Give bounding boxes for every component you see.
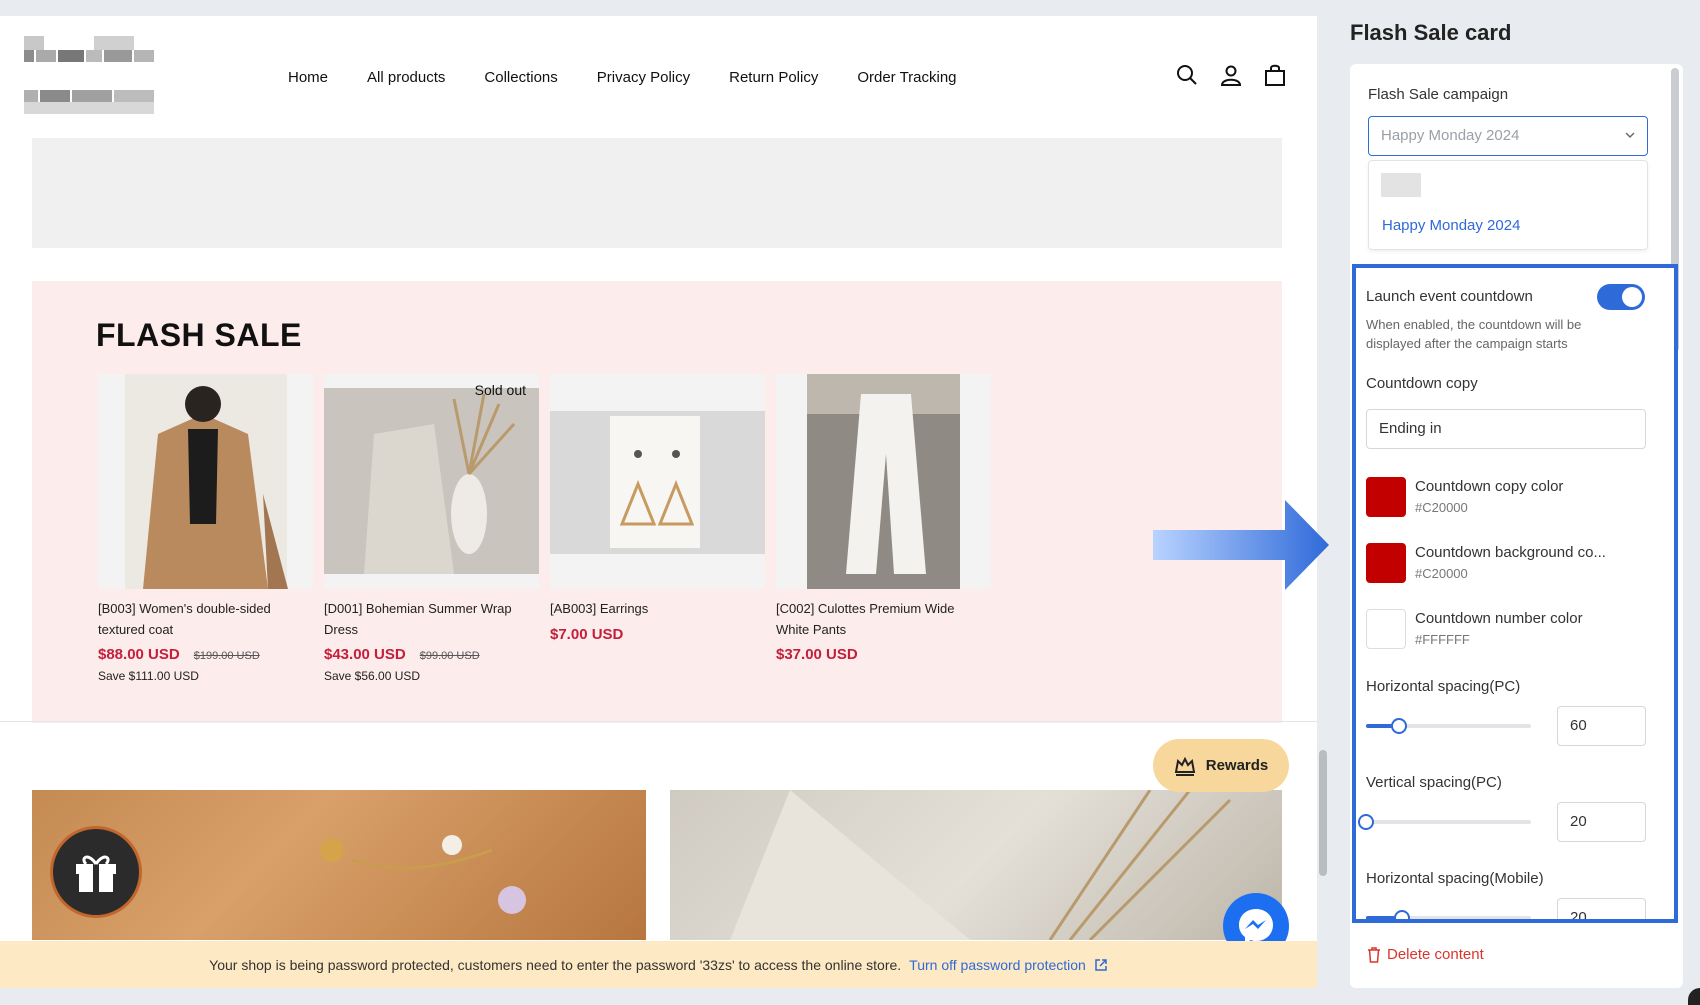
- h-spacing-pc-label: Horizontal spacing(PC): [1366, 678, 1521, 695]
- h-spacing-mobile-input[interactable]: 20: [1557, 898, 1646, 919]
- campaign-select-value: Happy Monday 2024: [1381, 127, 1520, 144]
- countdown-copy-label: Countdown copy: [1366, 375, 1478, 392]
- h-spacing-pc-input[interactable]: 60: [1557, 706, 1646, 746]
- crown-icon: [1174, 756, 1195, 776]
- account-icon[interactable]: [1219, 63, 1243, 87]
- product-card[interactable]: [AB003] Earrings $7.00 USD: [550, 374, 765, 683]
- password-notice-text: Your shop is being password protected, c…: [209, 956, 902, 973]
- product-card[interactable]: [B003] Women's double-sided textured coa…: [98, 374, 313, 683]
- flash-sale-section: FLASH SALE [B003] Women's double-sided t…: [32, 281, 1282, 723]
- external-link-icon[interactable]: [1094, 958, 1108, 972]
- turn-off-password-link[interactable]: Turn off password protection: [909, 957, 1086, 973]
- countdown-copy-input[interactable]: Ending in: [1366, 409, 1646, 449]
- product-list: [B003] Women's double-sided textured coa…: [98, 374, 991, 683]
- product-savings: Save $56.00 USD: [324, 669, 421, 683]
- store-logo[interactable]: [24, 36, 156, 116]
- background-color-hex: #C20000: [1415, 566, 1468, 581]
- product-price: $7.00 USD: [550, 626, 624, 643]
- h-spacing-pc-slider[interactable]: [1366, 718, 1531, 734]
- hero-banner-placeholder: [32, 138, 1282, 248]
- copy-color-hex: #C20000: [1415, 500, 1468, 515]
- campaign-dropdown: Happy Monday 2024: [1368, 160, 1648, 250]
- product-card[interactable]: Sold out [D001] Bohemian Summer Wrap Dre…: [324, 374, 539, 683]
- delete-content-label: Delete content: [1387, 946, 1484, 963]
- product-image-coat[interactable]: [98, 374, 313, 589]
- bag-icon[interactable]: [1263, 63, 1287, 87]
- flash-sale-title: FLASH SALE: [96, 317, 302, 353]
- product-price: $88.00 USD: [98, 646, 180, 663]
- h-spacing-mobile-slider[interactable]: [1366, 910, 1531, 919]
- product-savings: Save $111.00 USD: [98, 669, 199, 683]
- header-icons: [1175, 63, 1287, 87]
- copy-color-swatch[interactable]: [1366, 477, 1406, 517]
- product-image-dress[interactable]: Sold out: [324, 374, 539, 589]
- delete-content-button[interactable]: Delete content: [1367, 946, 1484, 963]
- gift-icon: [76, 855, 116, 892]
- v-spacing-pc-label: Vertical spacing(PC): [1366, 774, 1502, 791]
- product-compare-price: $199.00 USD: [193, 650, 260, 662]
- product-image-earrings[interactable]: [550, 374, 765, 589]
- background-color-name: Countdown background co...: [1415, 544, 1606, 561]
- messenger-icon: [1239, 909, 1273, 943]
- dropdown-blurred-option[interactable]: [1381, 173, 1421, 197]
- campaign-label: Flash Sale campaign: [1368, 86, 1509, 103]
- nav-return-policy[interactable]: Return Policy: [729, 69, 818, 86]
- nav-collections[interactable]: Collections: [484, 69, 557, 86]
- number-color-hex: #FFFFFF: [1415, 632, 1470, 647]
- dress-banner-image[interactable]: [670, 790, 1282, 940]
- product-compare-price: $99.00 USD: [419, 650, 480, 662]
- v-spacing-pc-slider[interactable]: [1358, 814, 1531, 830]
- h-spacing-mobile-label: Horizontal spacing(Mobile): [1366, 870, 1544, 887]
- nav-all-products[interactable]: All products: [367, 69, 445, 86]
- nav-privacy-policy[interactable]: Privacy Policy: [597, 69, 690, 86]
- window-corner: [1688, 988, 1700, 1005]
- number-color-swatch[interactable]: [1366, 609, 1406, 649]
- product-name[interactable]: [B003] Women's double-sided textured coa…: [98, 598, 313, 640]
- trash-icon: [1368, 946, 1380, 963]
- launch-countdown-label: Launch event countdown: [1366, 288, 1533, 305]
- slider-knob[interactable]: [1391, 718, 1407, 734]
- slider-knob[interactable]: [1358, 814, 1374, 830]
- password-notice-bar: Your shop is being password protected, c…: [0, 941, 1317, 988]
- chevron-down-icon: [1625, 132, 1635, 138]
- launch-countdown-help: When enabled, the countdown will be disp…: [1366, 317, 1582, 351]
- right-arrow-icon: [1153, 500, 1329, 590]
- rewards-label: Rewards: [1205, 757, 1269, 774]
- product-image-pants[interactable]: [776, 374, 991, 589]
- slider-knob[interactable]: [1394, 910, 1411, 919]
- nav-home[interactable]: Home: [288, 69, 328, 86]
- preview-scrollbar[interactable]: [1319, 750, 1327, 876]
- background-color-swatch[interactable]: [1366, 543, 1406, 583]
- panel-title: Flash Sale card: [1350, 20, 1512, 45]
- countdown-settings-highlight: Launch event countdown When enabled, the…: [1352, 264, 1678, 923]
- section-divider: [0, 721, 1317, 722]
- search-icon[interactable]: [1175, 63, 1199, 87]
- campaign-select[interactable]: Happy Monday 2024: [1368, 116, 1648, 156]
- product-price: $37.00 USD: [776, 646, 858, 663]
- gift-button[interactable]: [50, 826, 142, 918]
- number-color-name: Countdown number color: [1415, 610, 1583, 627]
- rewards-button[interactable]: Rewards: [1153, 739, 1289, 792]
- product-name[interactable]: [D001] Bohemian Summer Wrap Dress: [324, 598, 539, 640]
- copy-color-name: Countdown copy color: [1415, 478, 1564, 495]
- launch-countdown-toggle[interactable]: [1597, 284, 1645, 310]
- sold-out-label: Sold out: [474, 382, 526, 398]
- campaign-option[interactable]: Happy Monday 2024: [1382, 217, 1520, 234]
- window-top-strip: [0, 0, 1700, 16]
- product-price: $43.00 USD: [324, 646, 406, 663]
- nav-order-tracking[interactable]: Order Tracking: [857, 69, 956, 86]
- v-spacing-pc-input[interactable]: 20: [1557, 802, 1646, 842]
- product-name[interactable]: [C002] Culottes Premium Wide White Pants: [776, 598, 991, 640]
- product-card[interactable]: [C002] Culottes Premium Wide White Pants…: [776, 374, 991, 683]
- main-nav: Home All products Collections Privacy Po…: [288, 69, 996, 86]
